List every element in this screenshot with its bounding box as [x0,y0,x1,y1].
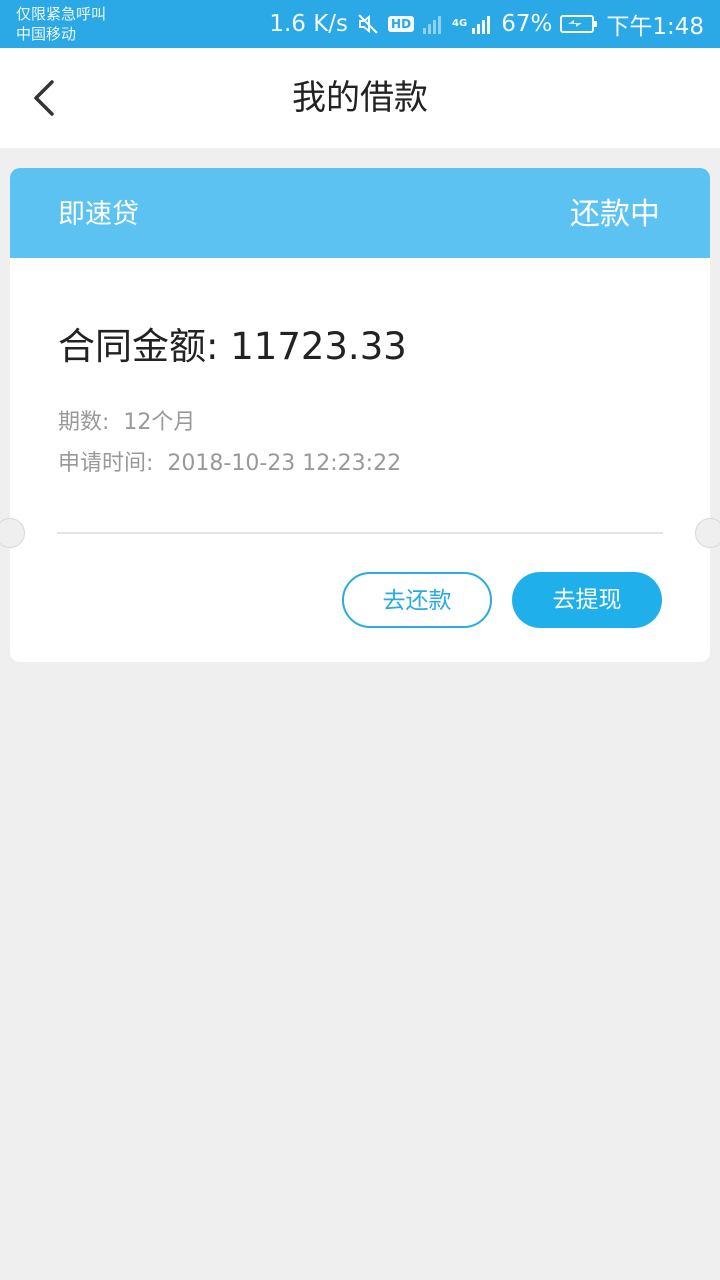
back-button[interactable] [20,73,70,123]
emergency-text: 仅限紧急呼叫 [16,5,107,23]
withdraw-button[interactable]: 去提现 [512,572,662,628]
term-row: 期数: 12个月 [58,408,195,438]
status-icons: 1.6 K/s HD 4G 67% 下午1:48 [269,0,704,48]
apply-time-value: 2018-10-23 12:23:22 [167,451,402,476]
term-value: 12个月 [123,410,196,435]
term-label: 期数: [58,410,110,435]
loan-card: 即速贷 还款中 合同金额: 11723.33 期数: 12个月 申请时间: 2018… [0,168,720,662]
divider [57,532,663,534]
battery-charging-icon [560,13,598,35]
contract-amount: 合同金额: 11723.33 [58,324,407,370]
apply-time-label: 申请时间: [58,451,154,476]
network-type: 4G [452,18,468,29]
carrier-name: 中国移动 [16,25,77,43]
mute-icon [356,12,380,36]
ticket-notch-left [0,518,25,548]
loan-card-header: 即速贷 还款中 [10,168,710,258]
page-title: 我的借款 [292,78,428,118]
signal-weak-icon [422,12,444,36]
status-bar: 仅限紧急呼叫 中国移动 1.6 K/s HD 4G 67% 下午1:48 [0,0,720,48]
battery-percent: 67% [501,11,553,37]
ticket-notch-right [695,518,720,548]
repay-button[interactable]: 去还款 [342,572,492,628]
net-speed: 1.6 K/s [269,11,349,37]
clock: 下午1:48 [606,14,704,40]
loan-status: 还款中 [570,197,660,232]
product-name: 即速贷 [58,199,139,230]
top-nav-bar: 我的借款 [0,48,720,148]
chevron-left-icon [34,80,54,116]
scallop-edge [10,252,710,264]
contract-amount-value: 11723.33 [230,325,407,368]
carrier-info: 仅限紧急呼叫 中国移动 [16,4,106,44]
hd-icon: HD [388,16,415,32]
contract-amount-label: 合同金额: [58,325,219,368]
apply-time-row: 申请时间: 2018-10-23 12:23:22 [58,449,401,479]
signal-strong-icon [471,12,493,36]
